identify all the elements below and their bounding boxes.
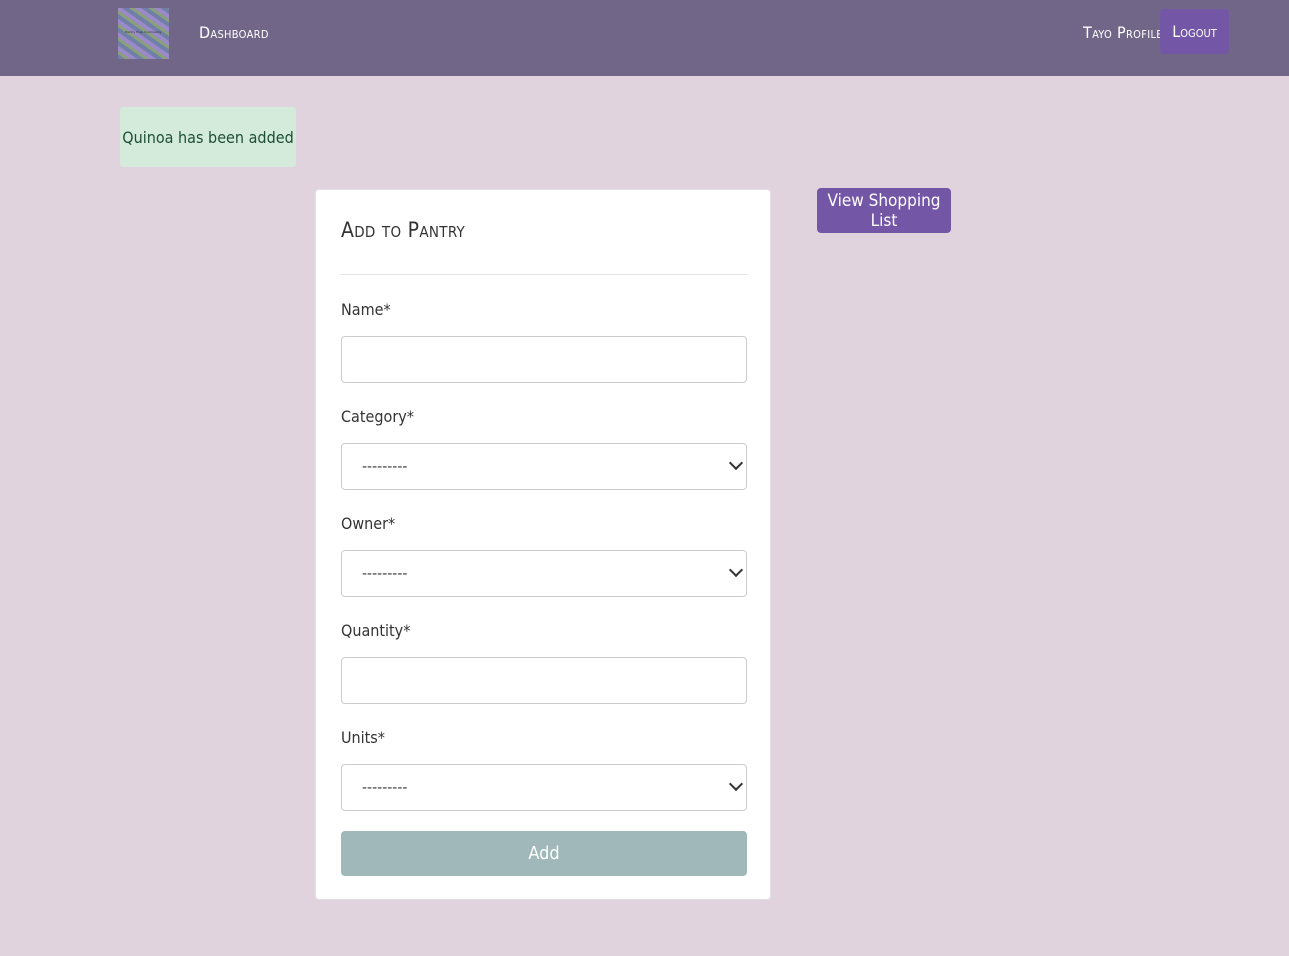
owner-select[interactable]: --------- (341, 550, 747, 597)
category-select-wrapper: --------- (341, 443, 747, 490)
card-divider (341, 274, 747, 275)
name-label: Name* (341, 300, 391, 319)
navbar: Pantry Prep Community Dashboard Tayo Pro… (0, 0, 1289, 76)
quantity-label: Quantity* (341, 621, 411, 640)
owner-select-wrapper: --------- (341, 550, 747, 597)
add-pantry-card: Add to Pantry Name* Category* --------- … (315, 189, 771, 900)
alert-message: Quinoa has been added (122, 127, 294, 147)
logout-button[interactable]: Logout (1160, 9, 1229, 54)
units-select-wrapper: --------- (341, 764, 747, 811)
quantity-input[interactable] (341, 657, 747, 704)
category-select[interactable]: --------- (341, 443, 747, 490)
owner-label: Owner* (341, 514, 396, 533)
success-alert: Quinoa has been added (120, 107, 296, 167)
category-label: Category* (341, 407, 414, 426)
nav-link-dashboard[interactable]: Dashboard (199, 23, 269, 42)
logo[interactable]: Pantry Prep Community (118, 8, 169, 59)
units-label: Units* (341, 728, 385, 747)
logo-text: Pantry Prep Community (125, 30, 162, 34)
name-input[interactable] (341, 336, 747, 383)
units-select[interactable]: --------- (341, 764, 747, 811)
add-button[interactable]: Add (341, 831, 747, 876)
card-title: Add to Pantry (341, 218, 466, 242)
nav-link-profile[interactable]: Tayo Profile (1083, 23, 1163, 42)
view-shopping-list-button[interactable]: View Shopping List (817, 188, 951, 233)
